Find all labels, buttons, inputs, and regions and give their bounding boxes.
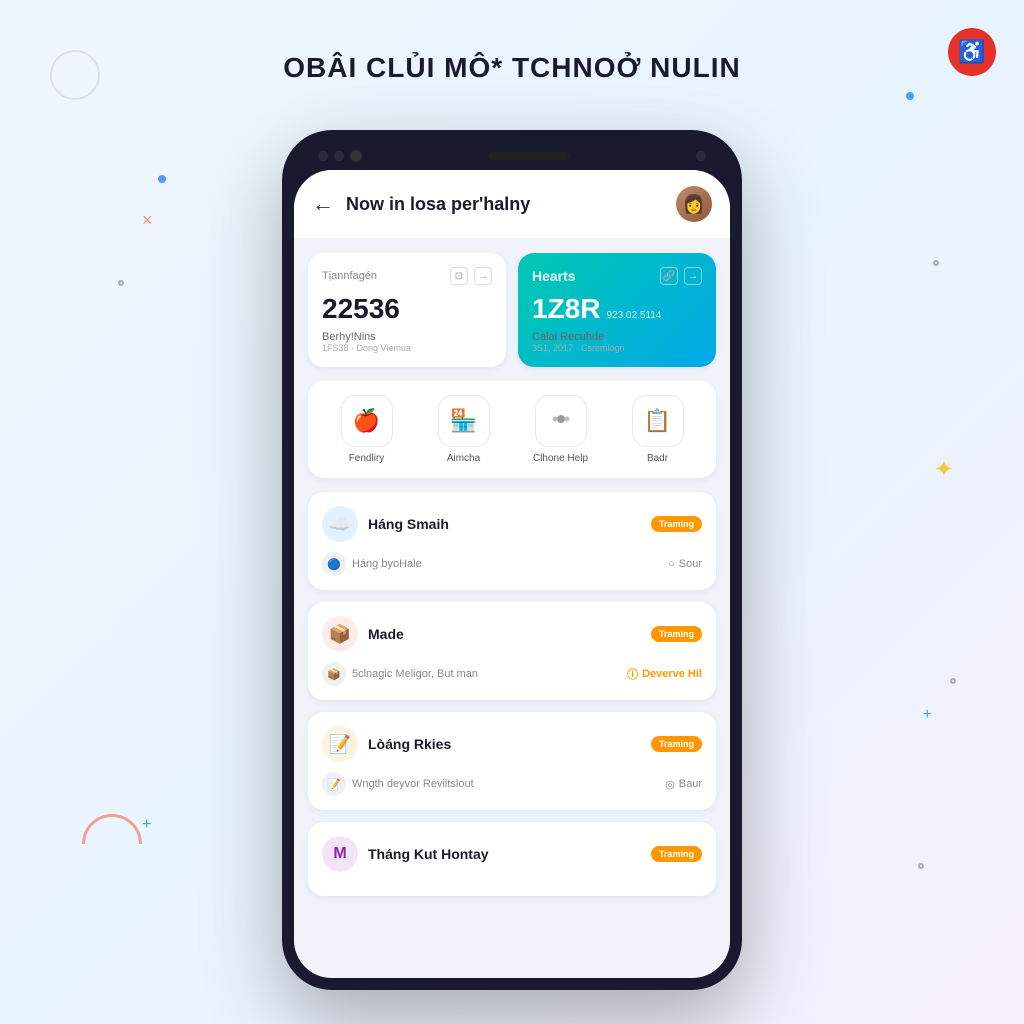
back-button[interactable]: ← — [312, 191, 334, 217]
card-white-meta: Berhy!Nins — [322, 331, 492, 343]
list-item-main-2: 📦 Made Traming — [322, 616, 702, 652]
card-white[interactable]: Tịannfagén ⊡ → 22536 Berhy!Nins 1FS38 · … — [308, 253, 506, 367]
page-title: OBÂI CLỦI MÔ* TCHNOỞ NULIN — [0, 52, 1024, 84]
list-item-hang-smaih[interactable]: ☁️ Háng Smaih Traming 🔵 Háng byoHale ○ S… — [308, 492, 716, 590]
sub-icon-1: 🔵 — [322, 552, 346, 576]
camera-group — [318, 150, 362, 162]
phone-sensor — [696, 151, 706, 161]
phone-frame: ← Now in losa per'halny 👩 Tịannfagén ⊡ — [282, 130, 742, 990]
sub-left-3: 📝 Wngth deyvor Reviitslout — [322, 772, 474, 796]
list-item-main-4: M Tháng Kut Hontay Traming — [322, 836, 702, 872]
action-badr[interactable]: 📋 Badr — [613, 395, 702, 464]
action-label-badr: Badr — [647, 453, 668, 464]
card-icon-box: ⊡ — [450, 267, 468, 285]
list-item-left-1: ☁️ Háng Smaih — [322, 506, 449, 542]
phone-mockup: ← Now in losa per'halny 👩 Tịannfagén ⊡ — [282, 130, 742, 990]
action-icon-fendliry: 🍎 — [341, 395, 393, 447]
card-teal-icons: 🔗 → — [660, 267, 702, 285]
list-icon-2: 📦 — [322, 616, 358, 652]
bg-x-1: × — [142, 210, 153, 231]
badge-2: Traming — [651, 626, 702, 642]
quick-actions: 🍎 Fendliry 🏪 Aimcha Clhone Help — [308, 381, 716, 478]
list-item-left-2: 📦 Made — [322, 616, 404, 652]
badge-4: Traming — [651, 846, 702, 862]
cards-row: Tịannfagén ⊡ → 22536 Berhy!Nins 1FS38 · … — [308, 253, 716, 367]
sub-text-3: Wngth deyvor Reviitslout — [352, 778, 474, 790]
list-item-sub-2: 📦 5clnagic Meligor, But man ⓘ Deverve Hi… — [322, 662, 702, 686]
bg-star-1: ✦ — [934, 455, 954, 484]
sub-text-1: Háng byoHale — [352, 558, 422, 570]
bg-dot-3 — [906, 92, 914, 100]
card-teal-meta-sub: 3S1, 2017 · Csremiogn — [532, 343, 702, 353]
list-item-main-3: 📝 Lòáng Rkies Traming — [322, 726, 702, 762]
list-item-left-3: 📝 Lòáng Rkies — [322, 726, 451, 762]
action-label-clhone: Clhone Help — [533, 453, 588, 464]
list-title-1: Háng Smaih — [368, 516, 449, 532]
badge-1: Traming — [651, 516, 702, 532]
actions-grid: 🍎 Fendliry 🏪 Aimcha Clhone Help — [322, 395, 702, 464]
card-teal-meta: Calai Recuhde — [532, 331, 702, 343]
sub-left-1: 🔵 Háng byoHale — [322, 552, 422, 576]
card-white-number: 22536 — [322, 293, 492, 325]
bg-plus-2: + — [142, 816, 151, 834]
action-clhone[interactable]: Clhone Help — [516, 395, 605, 464]
action-fendliry[interactable]: 🍎 Fendliry — [322, 395, 411, 464]
card-teal-number: 1Z8R — [532, 293, 600, 325]
action-icon-clhone — [535, 395, 587, 447]
list-title-3: Lòáng Rkies — [368, 736, 451, 752]
action-icon-aimcha: 🏪 — [438, 395, 490, 447]
app-header-title: Now in losa per'halny — [346, 194, 676, 215]
list-icon-4: M — [322, 836, 358, 872]
card-teal-subnumber: 923.02.5114 — [606, 310, 661, 321]
card-white-label: Tịannfagén — [322, 270, 377, 282]
card-icon-arrow: → — [474, 267, 492, 285]
bg-arc-1 — [82, 814, 142, 844]
action-label-aimcha: Aimcha — [447, 453, 480, 464]
action-aimcha[interactable]: 🏪 Aimcha — [419, 395, 508, 464]
bg-dot-5 — [950, 678, 956, 684]
list-item-made[interactable]: 📦 Made Traming 📦 5clnagic Meligor, But m… — [308, 602, 716, 700]
list-icon-1: ☁️ — [322, 506, 358, 542]
card-white-meta-sub: 1FS38 · Dong Viemua — [322, 343, 492, 353]
card-teal-icon-arrow: → — [684, 267, 702, 285]
sub-right-3: ◎ Baur — [665, 778, 702, 791]
sub-icon-3: 📝 — [322, 772, 346, 796]
list-item-thang-kut[interactable]: M Tháng Kut Hontay Traming — [308, 822, 716, 896]
camera-dot-2 — [334, 151, 344, 161]
camera-dot-1 — [318, 151, 328, 161]
sub-right-1: ○ Sour — [668, 558, 702, 570]
list-item-main-1: ☁️ Háng Smaih Traming — [322, 506, 702, 542]
phone-screen: ← Now in losa per'halny 👩 Tịannfagén ⊡ — [294, 170, 730, 978]
sub-right-2: ⓘ Deverve Hil — [627, 666, 702, 682]
camera-front — [350, 150, 362, 162]
action-icon-badr: 📋 — [632, 395, 684, 447]
card-white-icons: ⊡ → — [450, 267, 492, 285]
list-icon-3: 📝 — [322, 726, 358, 762]
list-title-2: Made — [368, 626, 404, 642]
app-header: ← Now in losa per'halny 👩 — [294, 170, 730, 239]
list-item-left-4: M Tháng Kut Hontay — [322, 836, 489, 872]
user-avatar[interactable]: 👩 — [676, 186, 712, 222]
list-item-sub-1: 🔵 Háng byoHale ○ Sour — [322, 552, 702, 576]
sub-left-2: 📦 5clnagic Meligor, But man — [322, 662, 478, 686]
sub-icon-2: 📦 — [322, 662, 346, 686]
sub-text-2: 5clnagic Meligor, But man — [352, 668, 478, 680]
bg-dot-4 — [933, 260, 939, 266]
list-title-4: Tháng Kut Hontay — [368, 846, 489, 862]
phone-notch — [294, 142, 730, 170]
list-item-sub-3: 📝 Wngth deyvor Reviitslout ◎ Baur — [322, 772, 702, 796]
app-content: Tịannfagén ⊡ → 22536 Berhy!Nins 1FS38 · … — [294, 239, 730, 978]
card-teal[interactable]: Hearts 🔗 → 1Z8R 923.02.5114 Calai Recuhd… — [518, 253, 716, 367]
avatar-emoji: 👩 — [683, 194, 705, 215]
list-item-loang-rkies[interactable]: 📝 Lòáng Rkies Traming 📝 Wngth deyvor Rev… — [308, 712, 716, 810]
bg-plus-1: + — [923, 706, 932, 724]
bg-dot-6 — [918, 863, 924, 869]
bg-dot-2 — [118, 280, 124, 286]
card-teal-icon-share: 🔗 — [660, 267, 678, 285]
bg-dot-1 — [158, 175, 166, 183]
card-teal-label: Hearts — [532, 268, 576, 284]
phone-speaker — [489, 152, 569, 160]
badge-3: Traming — [651, 736, 702, 752]
action-label-fendliry: Fendliry — [349, 453, 385, 464]
